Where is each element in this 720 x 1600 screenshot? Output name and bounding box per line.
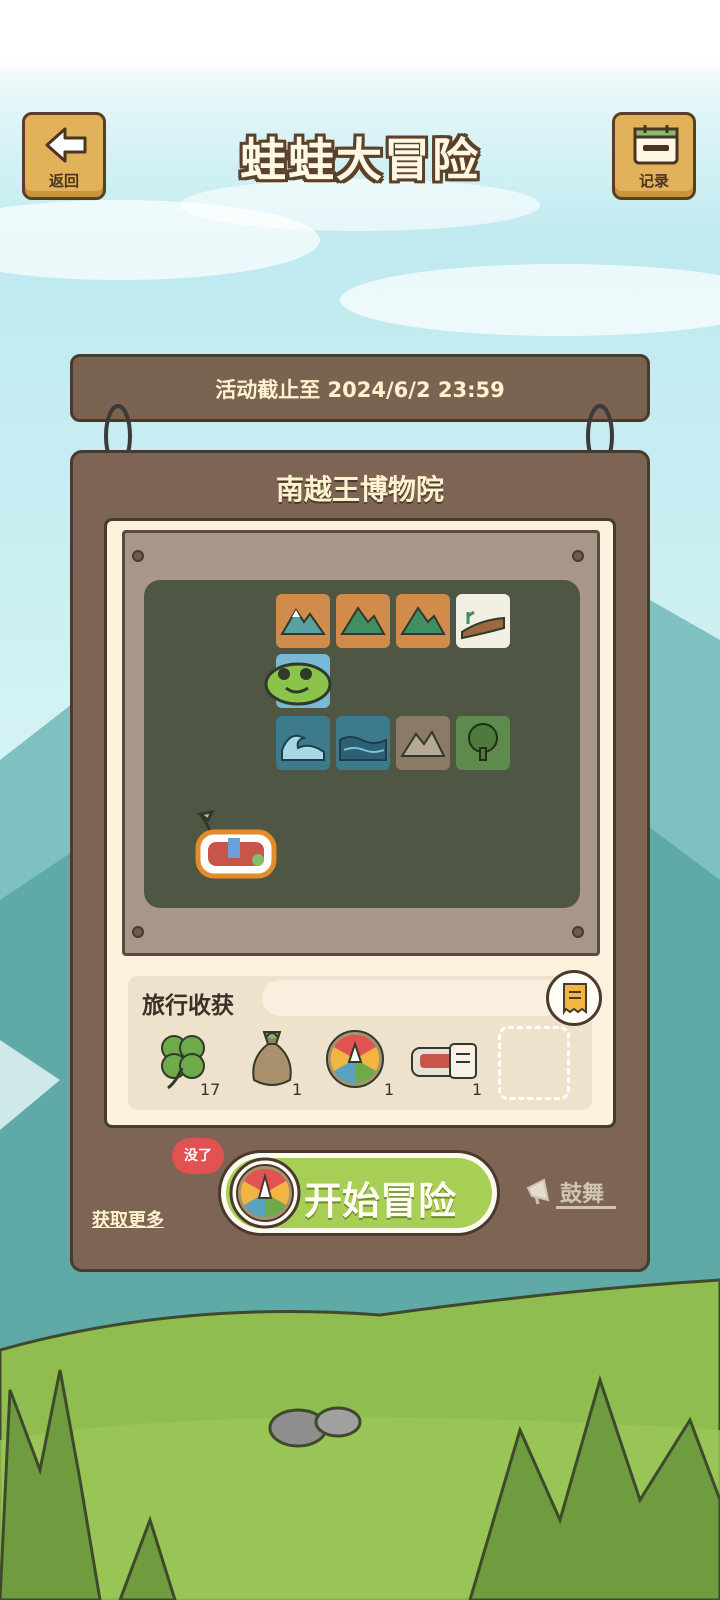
map-tile-mountain[interactable] [396, 594, 450, 648]
page-title: 蛙蛙大冒险 [240, 133, 480, 187]
clover-count: 17 [200, 1080, 221, 1099]
wheel-icon [229, 1157, 301, 1229]
back-button[interactable]: 返回 [22, 112, 106, 200]
rivet [132, 550, 144, 562]
wheel-ticket-count: 1 [384, 1080, 395, 1099]
frog-marker-icon [264, 662, 332, 706]
souvenir-ticket-icon[interactable] [410, 1040, 480, 1084]
lake-icon [339, 736, 387, 761]
megaphone-icon [526, 1178, 550, 1205]
map-tile-wave[interactable] [276, 716, 330, 770]
wheel-ticket-icon[interactable] [324, 1028, 386, 1090]
location-title: 南越王博物院 [275, 473, 444, 506]
map-tile-lake[interactable] [336, 716, 390, 770]
souvenir-pin-icon[interactable] [188, 808, 284, 888]
map-tile-mountain[interactable] [336, 594, 390, 648]
back-label: 返回 [48, 172, 79, 190]
receipt-button[interactable] [546, 970, 602, 1026]
calendar-icon [633, 125, 679, 165]
rivet [572, 550, 584, 562]
mountain-icon [400, 606, 446, 635]
back-arrow-icon [45, 127, 87, 163]
map-tile-cliff[interactable] [456, 594, 510, 648]
map-tile-tree[interactable] [456, 716, 510, 770]
map-tile-snow-mountain[interactable] [276, 594, 330, 648]
record-label: 记录 [638, 172, 669, 190]
cheer-underline [556, 1206, 616, 1209]
record-button[interactable]: 记录 [612, 112, 696, 200]
tree-icon [468, 723, 498, 761]
cheer-button[interactable]: 鼓舞 [560, 1176, 604, 1208]
rivet [572, 926, 584, 938]
wave-icon [281, 734, 325, 761]
souvenir-ticket-count: 1 [472, 1080, 483, 1099]
cliff-icon [461, 610, 505, 640]
rivet [132, 926, 144, 938]
money-bag-icon[interactable] [246, 1028, 298, 1092]
out-of-stock-badge: 没了 [172, 1138, 224, 1174]
get-more-link[interactable]: 获取更多 [92, 1206, 164, 1232]
rocky-mountain-icon [400, 730, 446, 757]
loot-title-bar [262, 980, 562, 1016]
start-adventure-label: 开始冒险 [304, 1179, 457, 1223]
money-bag-count: 1 [292, 1080, 303, 1099]
empty-loot-slot [498, 1026, 570, 1100]
deadline-text: 活动截止至 2024/6/2 23:59 [215, 378, 505, 402]
snow-mountain-icon [280, 608, 326, 635]
receipt-icon [563, 983, 587, 1016]
loot-title: 旅行收获 [142, 993, 234, 1019]
mountain-icon [340, 606, 386, 635]
map-tile-rocky-mountain[interactable] [396, 716, 450, 770]
